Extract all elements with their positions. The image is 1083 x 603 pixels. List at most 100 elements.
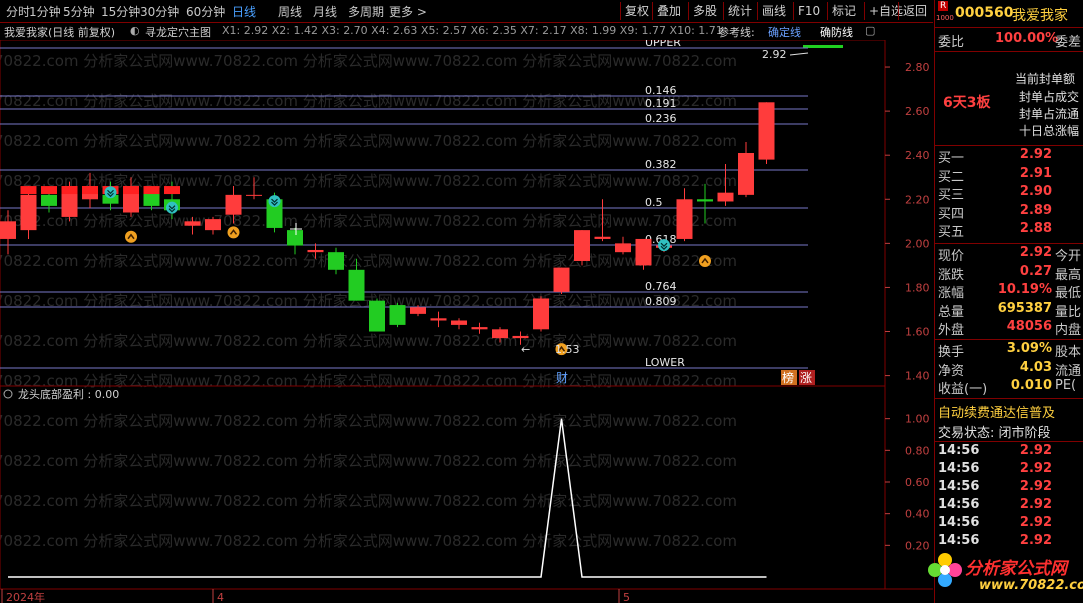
bid-level-value: 2.90	[1019, 184, 1052, 199]
candle-body	[430, 318, 447, 321]
quote-stat-extra: 流通	[1055, 363, 1082, 379]
site-logo: 分析家公式网 www.70822.com	[928, 548, 1083, 603]
committee-value: 100.00%	[995, 31, 1059, 46]
notice-row: 自动续费通达信普及	[935, 402, 1083, 421]
candle-body	[389, 305, 406, 325]
candle-body	[758, 102, 775, 160]
candle-body	[676, 199, 693, 239]
tick-time: 14:56	[938, 443, 980, 458]
fib-level-label: 0.5	[645, 196, 663, 209]
quote-stat-row: 收益(一) 0.010 PE(	[935, 378, 1083, 397]
candle-body	[697, 199, 713, 202]
period-tab[interactable]: 5分钟	[63, 3, 95, 20]
price-tick-label: 1.40	[905, 370, 930, 383]
toolbar-button[interactable]: 返回	[898, 2, 931, 20]
quote-stat-value: 4.03	[1019, 359, 1052, 375]
tick-price: 2.92	[1019, 461, 1052, 476]
signal-block	[61, 186, 78, 195]
bid-level-label: 买三	[938, 188, 965, 203]
candle-body	[451, 320, 467, 325]
sub-indicator-dropdown-icon[interactable]	[3, 389, 13, 399]
period-tab[interactable]: 30分钟	[140, 3, 179, 20]
toolbar-button[interactable]: F10	[793, 2, 824, 20]
ten-day-gain-label: 十日总涨幅	[1019, 124, 1080, 138]
close-panel-icon[interactable]: ▢	[865, 24, 875, 37]
bid-level-value: 2.88	[1019, 221, 1052, 236]
tick-row: 14:56 2.92	[935, 479, 1083, 497]
quote-stat-extra: 内盘	[1055, 323, 1082, 338]
toolbar-button[interactable]: 复权	[620, 2, 653, 20]
stock-code: 000560	[955, 5, 1014, 21]
bid-level-label: 买二	[938, 169, 965, 185]
bid-level-label: 买五	[938, 225, 965, 240]
quote-stat-row: 现价 2.92 今开	[935, 245, 1083, 264]
tick-time: 14:56	[938, 533, 980, 548]
toolbar-button[interactable]: 标记	[827, 2, 860, 20]
sub-indicator-line	[8, 418, 767, 578]
ref-line-label: 参考线:	[718, 26, 755, 39]
financial-report-marker: 财	[556, 371, 568, 385]
sub-indicator-chart[interactable]: 龙头底部盈利 : 0.001.000.800.600.400.202024年 4 5	[0, 386, 933, 603]
candle-body	[410, 307, 426, 314]
bid-level-row: 买三 2.90	[935, 184, 1083, 203]
candle-body	[205, 219, 221, 231]
period-tab[interactable]: 60分钟	[186, 3, 225, 20]
price-tick-label: 1.60	[905, 326, 930, 339]
period-tab[interactable]: 月线	[313, 3, 337, 20]
period-tab[interactable]: 多周期	[348, 3, 384, 20]
quote-stat-extra: 最低	[1055, 286, 1082, 301]
tick-price: 2.92	[1019, 479, 1052, 494]
toolbar-button[interactable]: 叠加	[652, 2, 685, 20]
flower-logo-icon	[928, 553, 962, 587]
date-axis-label: 5	[623, 591, 630, 603]
quote-stat-label: 涨跌	[938, 267, 965, 283]
sub-tick-label: 1.00	[905, 413, 930, 426]
bid-level-label: 买四	[938, 206, 965, 222]
tick-price: 2.92	[1019, 497, 1052, 512]
quote-stat-row: 涨幅 10.19% 最低	[935, 282, 1083, 301]
low-price-label: 1.53	[555, 343, 580, 356]
main-candlestick-chart[interactable]: UPPER0.1460.1910.2360.3820.50.6180.7640.…	[0, 40, 933, 386]
fib-level-label: LOWER	[645, 356, 685, 369]
period-tab[interactable]: 日线	[232, 3, 256, 20]
quote-stat-label: 外盘	[938, 323, 965, 338]
period-tab[interactable]: 更多 >	[389, 3, 427, 20]
tab-confirm-line[interactable]: 确定线	[768, 24, 801, 40]
quote-stats: 现价 2.92 今开 涨跌 0.27 最高 涨幅 10.19% 最低 总量 695387 量比 外盘 48…	[935, 245, 1083, 338]
tick-row: 14:56 2.92	[935, 461, 1083, 479]
tick-price: 2.92	[1019, 533, 1052, 548]
sub-tick-label: 0.80	[905, 444, 930, 457]
quote-stat-label: 涨幅	[938, 286, 965, 301]
sub-chart-frame	[0, 386, 886, 590]
toolbar-button[interactable]: 画线	[757, 2, 790, 20]
logo-url: www.70822.com	[979, 578, 1083, 593]
tick-list: 14:56 2.92 14:56 2.92 14:56 2.92 14:56 2.92 14:5…	[935, 443, 1083, 553]
period-tab[interactable]: 分时	[6, 3, 30, 20]
toolbar-button[interactable]: 统计	[723, 2, 756, 20]
bid-level-row: 买四 2.89	[935, 203, 1083, 222]
fib-level-label: 0.764	[645, 280, 677, 293]
candle-body	[287, 230, 303, 246]
period-tab[interactable]: 周线	[278, 3, 302, 20]
quote-stat-value: 2.92	[1019, 245, 1052, 260]
period-tab[interactable]: 15分钟	[101, 3, 140, 20]
sub-indicator-title: 龙头底部盈利 : 0.00	[18, 387, 119, 401]
candle-body	[184, 221, 201, 226]
indicator-dropdown-icon[interactable]: ◐	[130, 24, 140, 37]
quote-stat-row: 换手 3.09% 股本	[935, 341, 1083, 360]
indicator-name[interactable]: 寻龙定穴主图	[145, 24, 211, 40]
signal-block	[41, 186, 57, 195]
candle-body	[0, 221, 16, 239]
period-tab[interactable]: 1分钟	[29, 3, 61, 20]
logo-title: 分析家公式网	[965, 559, 1067, 579]
toolbar-button[interactable]: 多股	[688, 2, 721, 20]
seal-info-block: 当前封单额 封单占成交 封单占流通 十日总涨幅 6天3板	[935, 52, 1083, 144]
candle-body	[635, 238, 652, 266]
price-tick-label: 2.60	[905, 105, 930, 118]
signal-block	[143, 186, 160, 195]
quote-stat-row: 总量 695387 量比	[935, 301, 1083, 320]
quote-stat-label: 现价	[938, 249, 965, 264]
tick-time: 14:56	[938, 515, 980, 530]
committee-row: 委比 100.00% 委差	[935, 31, 1083, 50]
tab-defense-line[interactable]: 确防线	[820, 24, 853, 40]
